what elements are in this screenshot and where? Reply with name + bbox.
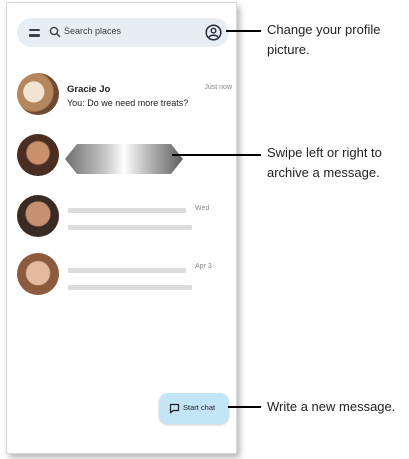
placeholder-name-line <box>68 208 186 213</box>
message-time: Apr 3 <box>195 263 212 270</box>
message-time: Wed <box>195 205 210 212</box>
placeholder-message-line <box>68 225 192 230</box>
callout-new-message: Write a new message. <box>267 399 396 414</box>
conversation-item[interactable]: Apr 3 <box>17 253 232 301</box>
phone-screen: Search places Gracie Jo You: Do we need … <box>6 2 237 454</box>
callout-profile: Change your profile picture. <box>267 22 381 57</box>
placeholder-message-line <box>68 285 192 290</box>
search-bar[interactable]: Search places <box>17 18 229 47</box>
conversation-item[interactable]: Gracie Jo You: Do we need more treats? J… <box>17 73 232 121</box>
start-chat-button[interactable]: Start chat <box>159 393 229 424</box>
contact-name: Gracie Jo <box>67 84 111 95</box>
callout-line-profile <box>226 30 261 32</box>
conversation-item[interactable] <box>17 134 232 182</box>
start-chat-label: Start chat <box>183 403 216 412</box>
search-input[interactable]: Search places <box>64 26 121 36</box>
conversation-item[interactable]: Wed <box>17 195 232 243</box>
avatar[interactable] <box>17 253 59 295</box>
chat-bubble-icon <box>169 403 180 414</box>
account-circle-icon[interactable] <box>205 24 222 41</box>
swipe-arrow-icon <box>65 144 183 174</box>
placeholder-name-line <box>68 268 186 273</box>
menu-icon[interactable] <box>29 29 40 37</box>
search-icon <box>49 26 61 38</box>
message-time: Just now <box>204 84 232 91</box>
callout-line-new-message <box>228 406 261 408</box>
avatar[interactable] <box>17 73 59 115</box>
avatar[interactable] <box>17 195 59 237</box>
avatar[interactable] <box>17 134 59 176</box>
message-preview: You: Do we need more treats? <box>67 98 189 108</box>
callout-swipe: Swipe left or right to archive a message… <box>267 145 382 180</box>
callout-line-swipe <box>172 154 261 156</box>
